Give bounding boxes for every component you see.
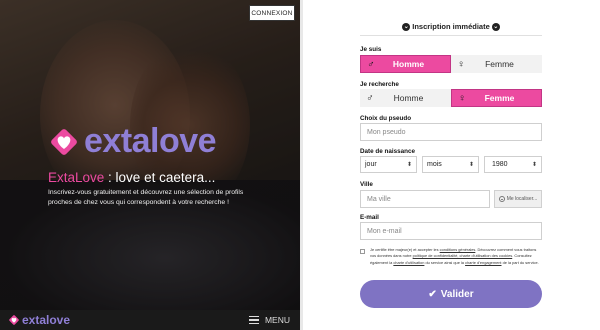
- male-icon: ♂: [367, 58, 375, 70]
- tagline-brand: ExtaLove: [48, 170, 105, 185]
- birth-year-select[interactable]: 1980 ⬍: [484, 156, 542, 173]
- consent-checkbox[interactable]: [360, 249, 365, 254]
- usage-charter-link[interactable]: charte d'utilisation: [393, 260, 424, 265]
- birth-day-select[interactable]: jour ⬍: [360, 156, 417, 173]
- i-am-female-option[interactable]: ♀ Femme: [451, 55, 542, 73]
- email-input[interactable]: Mon e-mail: [360, 222, 542, 240]
- i-am-label: Je suis: [360, 46, 382, 53]
- commitment-charter-link[interactable]: charte d'engagement: [465, 260, 501, 265]
- heart-logo-icon: [51, 128, 77, 155]
- intro-text: Inscrivez-vous gratuitement et découvrez…: [48, 189, 244, 206]
- i-am-male-option[interactable]: ♂ Homme: [360, 55, 451, 73]
- male-icon: ♂: [366, 92, 374, 104]
- hero-panel: CONNEXION extalove ExtaLove : love et ca…: [0, 0, 300, 330]
- heart-logo-icon: [9, 315, 19, 325]
- chevron-down-icon: ⌄: [491, 23, 500, 32]
- city-input[interactable]: Ma ville: [360, 190, 490, 208]
- email-label: E-mail: [360, 214, 379, 221]
- chevron-down-icon: ⬍: [406, 162, 412, 168]
- panel-divider: [300, 0, 303, 330]
- consent-row: Je certifie être majeur(e) et accepter l…: [360, 247, 542, 266]
- looking-for-male-option[interactable]: ♂ Homme: [360, 89, 451, 107]
- check-icon: ✔: [428, 288, 437, 300]
- female-icon: ♀: [458, 92, 466, 104]
- i-am-selector: ♂ Homme ♀ Femme: [360, 55, 542, 73]
- female-icon: ♀: [457, 58, 465, 70]
- privacy-link[interactable]: politique de confidentialité, charte d'u…: [413, 253, 513, 258]
- brand-name: extalove: [84, 122, 217, 160]
- footer-brand-name: extalove: [22, 313, 71, 327]
- hamburger-icon: [248, 316, 259, 324]
- consent-text: Je certifie être majeur(e) et accepter l…: [370, 247, 539, 265]
- chevron-down-icon: ⬍: [468, 162, 474, 168]
- footer-bar: extalove MENU: [0, 310, 300, 330]
- submit-button[interactable]: ✔ Valider: [360, 280, 542, 308]
- city-label: Ville: [360, 181, 373, 188]
- terms-link[interactable]: conditions générales: [440, 247, 476, 252]
- login-button[interactable]: CONNEXION: [249, 5, 295, 21]
- birthdate-label: Date de naissance: [360, 148, 415, 155]
- username-input[interactable]: Mon pseudo: [360, 123, 542, 141]
- form-title-text: Inscription immédiate: [412, 22, 490, 31]
- footer-brand[interactable]: extalove: [8, 313, 70, 327]
- tagline-text: : love et caetera...: [104, 170, 216, 185]
- location-icon: [498, 196, 505, 202]
- brand-logo: extalove: [48, 122, 217, 161]
- signup-form: ⌄ Inscription immédiate ⌄ Je suis ♂ Homme …: [360, 0, 542, 330]
- birth-month-select[interactable]: mois ⬍: [422, 156, 479, 173]
- tagline: ExtaLove : love et caetera...: [48, 170, 215, 185]
- chevron-down-icon: ⌄: [402, 23, 411, 32]
- looking-for-label: Je recherche: [360, 81, 399, 88]
- menu-label: MENU: [264, 315, 290, 325]
- username-label: Choix du pseudo: [360, 115, 412, 122]
- locate-me-button[interactable]: Me localiser...: [494, 190, 542, 208]
- chevron-down-icon: ⬍: [531, 162, 537, 168]
- looking-for-female-option[interactable]: ♀ Femme: [451, 89, 542, 107]
- menu-button[interactable]: MENU: [248, 315, 290, 325]
- looking-for-selector: ♂ Homme ♀ Femme: [360, 89, 542, 107]
- form-title: ⌄ Inscription immédiate ⌄: [360, 22, 542, 32]
